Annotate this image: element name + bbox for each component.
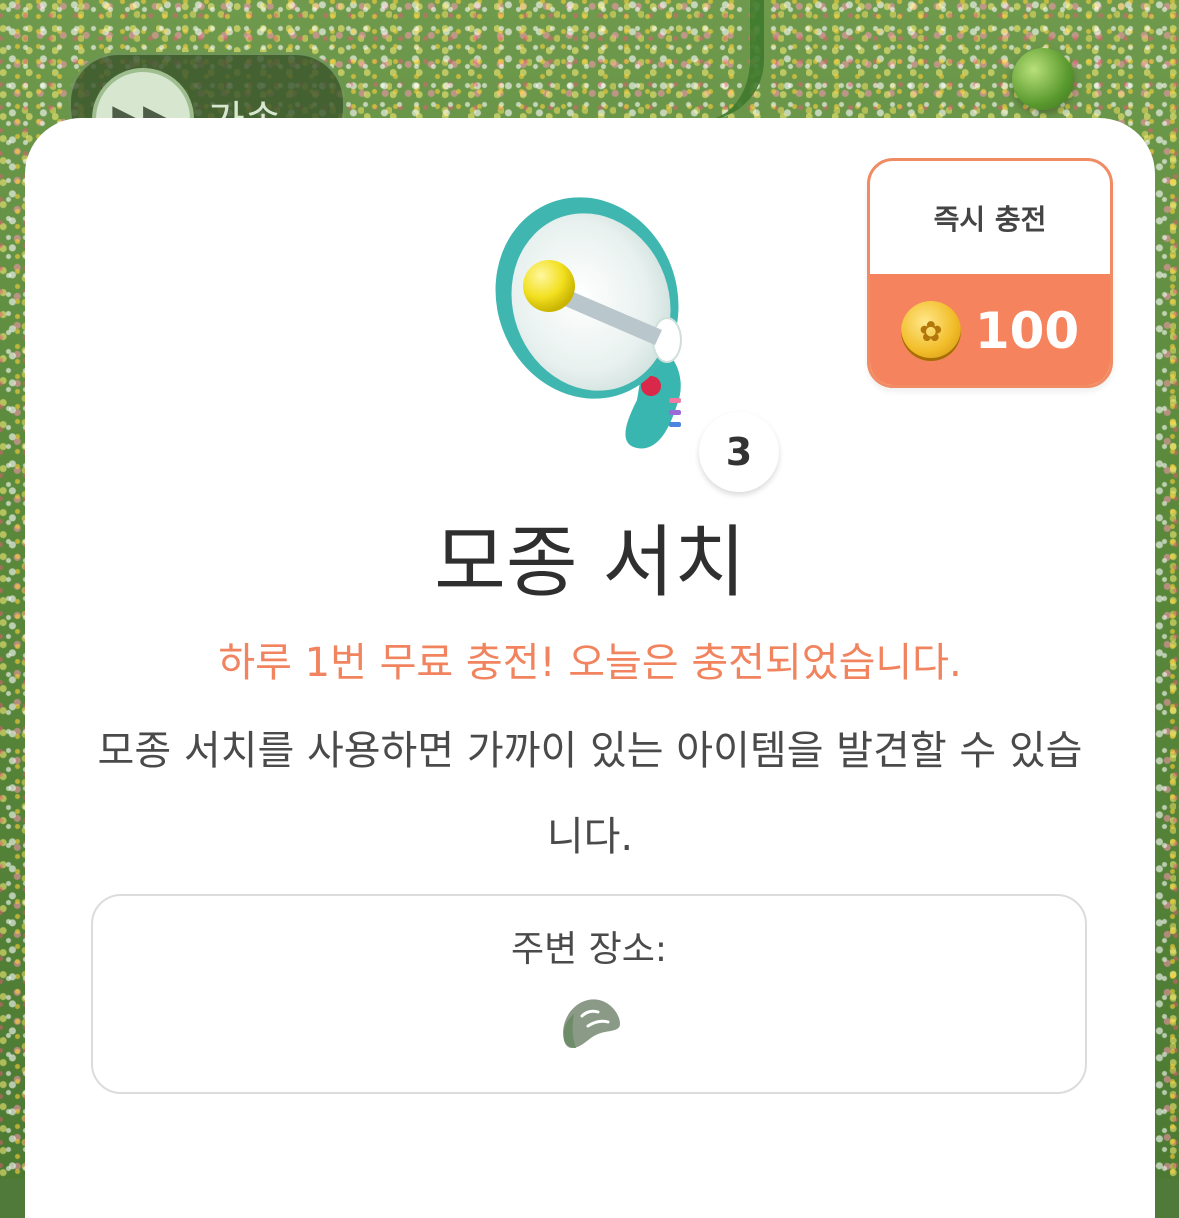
instant-charge-title: 즉시 충전	[933, 202, 1047, 236]
coin-icon: ✿	[900, 301, 961, 361]
item-modal: 즉시 충전 ✿ 100 3 모종 서치 하루 1번 무료 충전! 오늘은 충전되…	[25, 118, 1155, 1218]
item-description: 모종 서치를 사용하면 가까이 있는 아이템을 발견할 수 있습니다.	[97, 728, 1083, 860]
seed-icon[interactable]	[558, 994, 624, 1050]
instant-charge-price[interactable]: ✿ 100	[870, 274, 1110, 385]
megaphone-icon	[495, 197, 682, 449]
nearby-places-label: 주변 장소:	[510, 929, 668, 970]
free-charge-notice: 하루 1번 무료 충전! 오늘은 충전되었습니다.	[218, 640, 962, 686]
price-value: 100	[974, 302, 1080, 360]
instant-charge-button[interactable]: 즉시 충전 ✿ 100	[867, 158, 1113, 388]
item-count-badge: 3	[699, 412, 779, 492]
apple-fruit-icon	[1012, 48, 1074, 110]
nearby-places-box: 주변 장소:	[91, 894, 1087, 1094]
item-title: 모종 서치	[434, 518, 746, 608]
